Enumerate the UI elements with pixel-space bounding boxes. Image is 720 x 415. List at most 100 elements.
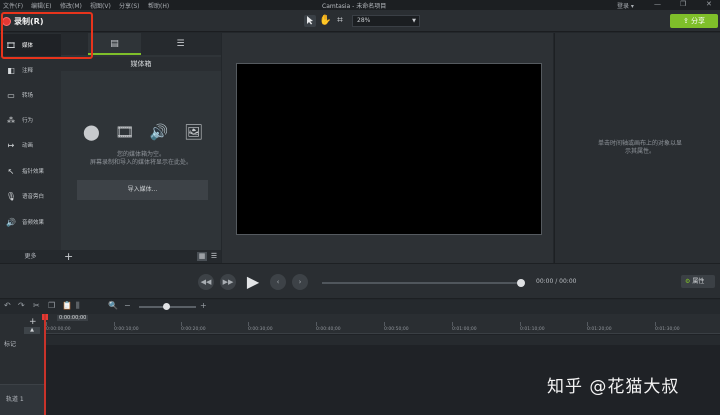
properties-label: 属性 <box>692 278 705 285</box>
maximize-icon[interactable]: ❐ <box>680 0 686 8</box>
media-bin-title: 媒体箱 <box>61 57 221 71</box>
sidebar-item-label: 动画 <box>22 143 34 149</box>
login-link[interactable]: 登录 ▾ <box>617 1 634 10</box>
track-1-label: 轨道 1 <box>6 396 24 403</box>
play-icon[interactable]: ▶ <box>243 272 263 292</box>
image-icon: 🖼 <box>183 123 203 141</box>
track-header-column: + ▲ 标记 轨道 1 <box>0 314 44 415</box>
marker-row[interactable] <box>44 335 720 345</box>
step-forward-icon[interactable]: ▶▶ <box>220 274 236 290</box>
tick-label: 0:00:20;00 <box>181 327 206 332</box>
grid-view-icon[interactable]: ▦ <box>197 252 207 261</box>
crop-icon[interactable]: ⌗ <box>334 15 346 27</box>
behavior-icon: ⁂ <box>7 115 15 125</box>
zoom-select[interactable]: 28% ▼ <box>352 15 420 27</box>
zoom-out-icon[interactable]: − <box>124 301 131 310</box>
playhead-time: 0:00:00;00 <box>57 315 89 321</box>
menu-help[interactable]: 帮助(H) <box>148 1 169 10</box>
tick-label: 0:01:20;00 <box>587 327 612 332</box>
sidebar-item-annotations[interactable]: ◧ 注释 <box>0 59 61 81</box>
properties-hint: 单击时间轴或画布上的对象以显 示其属性。 <box>583 140 697 156</box>
gear-icon: ⚙ <box>685 278 691 285</box>
speaker-icon: 🔊 <box>6 217 16 227</box>
tab-library[interactable]: ☰ <box>154 33 207 55</box>
redo-icon[interactable]: ↷ <box>18 301 25 310</box>
menu-modify[interactable]: 修改(M) <box>60 1 82 10</box>
zoom-in-icon[interactable]: + <box>200 301 207 310</box>
preview-canvas[interactable] <box>236 63 542 235</box>
empty-text-line2: 屏幕录制和导入的媒体将显示在此处。 <box>89 159 192 166</box>
sidebar-item-audio-effects[interactable]: 🔊 音频效果 <box>0 211 61 233</box>
record-label: 录制(R) <box>14 16 44 26</box>
zoom-search-icon: 🔍 <box>108 301 118 310</box>
prev-clip-icon[interactable]: ‹ <box>270 274 286 290</box>
sidebar-item-cursor-effects[interactable]: ↖ 指针效果 <box>0 160 61 182</box>
current-time: 00:00 <box>536 278 554 285</box>
add-track-icon[interactable]: + <box>29 317 37 327</box>
close-icon[interactable]: ✕ <box>706 0 712 8</box>
scrub-track[interactable] <box>322 282 522 284</box>
sidebar-item-animations[interactable]: ↦ 动画 <box>0 134 61 156</box>
playhead[interactable] <box>44 314 46 415</box>
list-view-icon[interactable]: ☰ <box>209 252 219 261</box>
tick-label: 0:01:00;00 <box>452 327 477 332</box>
step-back-icon[interactable]: ◀◀ <box>198 274 214 290</box>
select-arrow-icon[interactable] <box>304 15 316 27</box>
menu-file[interactable]: 文件(F) <box>3 1 23 10</box>
sidebar-item-behaviors[interactable]: ⁂ 行为 <box>0 109 61 131</box>
marker-label: 标记 <box>4 341 17 348</box>
timeline-ruler[interactable]: 0:00:00;00 0:00:10;00 0:00:20;00 0:00:30… <box>44 314 720 334</box>
zoom-value: 28% <box>357 17 371 24</box>
hint-line2: 示其属性。 <box>624 148 655 155</box>
sidebar-item-voice-narration[interactable]: 🎙 语音旁白 <box>0 185 61 207</box>
timeline: + ▲ 标记 轨道 1 0:00:00;00 0:00:10;00 0:00:2… <box>0 314 720 415</box>
tab-filmstrip[interactable]: ▤ <box>88 33 141 55</box>
undo-icon[interactable]: ↶ <box>4 301 11 310</box>
media-type-icons: ⬤ 🎞 🔊 🖼 <box>83 123 203 141</box>
timeline-zoom-handle[interactable] <box>163 303 170 310</box>
filmstrip-icon: ▤ <box>110 39 119 49</box>
share-button[interactable]: ⇪ 分享 <box>670 14 718 28</box>
more-button[interactable]: 更多 <box>0 250 61 263</box>
hint-line1: 单击时间轴或画布上的对象以显 <box>597 140 682 147</box>
total-time: 00:00 <box>559 278 577 285</box>
menu-view[interactable]: 视图(V) <box>90 1 111 10</box>
copy-icon[interactable]: ❐ <box>48 301 55 310</box>
split-icon[interactable]: ⫼ <box>76 301 80 311</box>
menu-bar: 文件(F) 编辑(E) 修改(M) 视图(V) 分享(S) 帮助(H) Camt… <box>0 0 720 10</box>
next-clip-icon[interactable]: › <box>292 274 308 290</box>
record-dot-icon <box>2 16 11 26</box>
list-icon: ☰ <box>176 39 185 49</box>
media-bin-tabs: ▤ ☰ <box>61 33 221 55</box>
timeline-toolbar: ↶ ↷ ✂ ❐ 📋 ⫼ 🔍 − + <box>0 300 720 314</box>
sidebar-item-transitions[interactable]: ▭ 转场 <box>0 84 61 106</box>
tick-label: 0:00:30;00 <box>248 327 273 332</box>
media-bin-panel: ▤ ☰ 媒体箱 ⬤ 🎞 🔊 🖼 您的媒体箱为空。 屏幕录制和导入的媒体将显示在此… <box>61 33 221 263</box>
properties-panel: 单击时间轴或画布上的对象以显 示其属性。 <box>554 33 720 263</box>
time-separator: / <box>555 278 558 285</box>
microphone-icon: 🎙 <box>5 191 17 201</box>
minimize-icon[interactable]: — <box>654 0 661 8</box>
cursor-icon: ↖ <box>7 166 15 176</box>
media-bin-empty-text: 您的媒体箱为空。 屏幕录制和导入的媒体将显示在此处。 <box>69 151 213 167</box>
import-media-button[interactable]: 导入媒体... <box>77 180 208 200</box>
watermark-text: 知乎 @花猫大叔 <box>547 377 680 397</box>
sidebar-item-label: 语音旁白 <box>22 194 45 200</box>
record-button[interactable]: 录制(R) <box>2 14 43 28</box>
scrub-handle[interactable] <box>517 279 525 287</box>
tick-label: 0:00:40;00 <box>316 327 341 332</box>
paste-icon[interactable]: 📋 <box>62 301 72 310</box>
properties-button[interactable]: ⚙ 属性 <box>681 275 715 288</box>
pan-hand-icon[interactable]: ✋ <box>319 15 331 27</box>
transition-icon: ▭ <box>7 90 15 100</box>
menu-share[interactable]: 分享(S) <box>119 1 140 10</box>
menu-edit[interactable]: 编辑(E) <box>31 1 51 10</box>
tick-label: 0:00:50;00 <box>384 327 409 332</box>
sidebar-item-label: 音频效果 <box>22 220 45 226</box>
collapse-icon[interactable]: ▲ <box>24 327 40 334</box>
tick-label: 0:01:10;00 <box>520 327 545 332</box>
sidebar-item-media[interactable]: 🎞 媒体 <box>0 34 61 56</box>
media-icon: 🎞 <box>5 40 17 50</box>
cut-icon[interactable]: ✂ <box>33 301 40 310</box>
add-icon[interactable]: + <box>64 250 73 263</box>
